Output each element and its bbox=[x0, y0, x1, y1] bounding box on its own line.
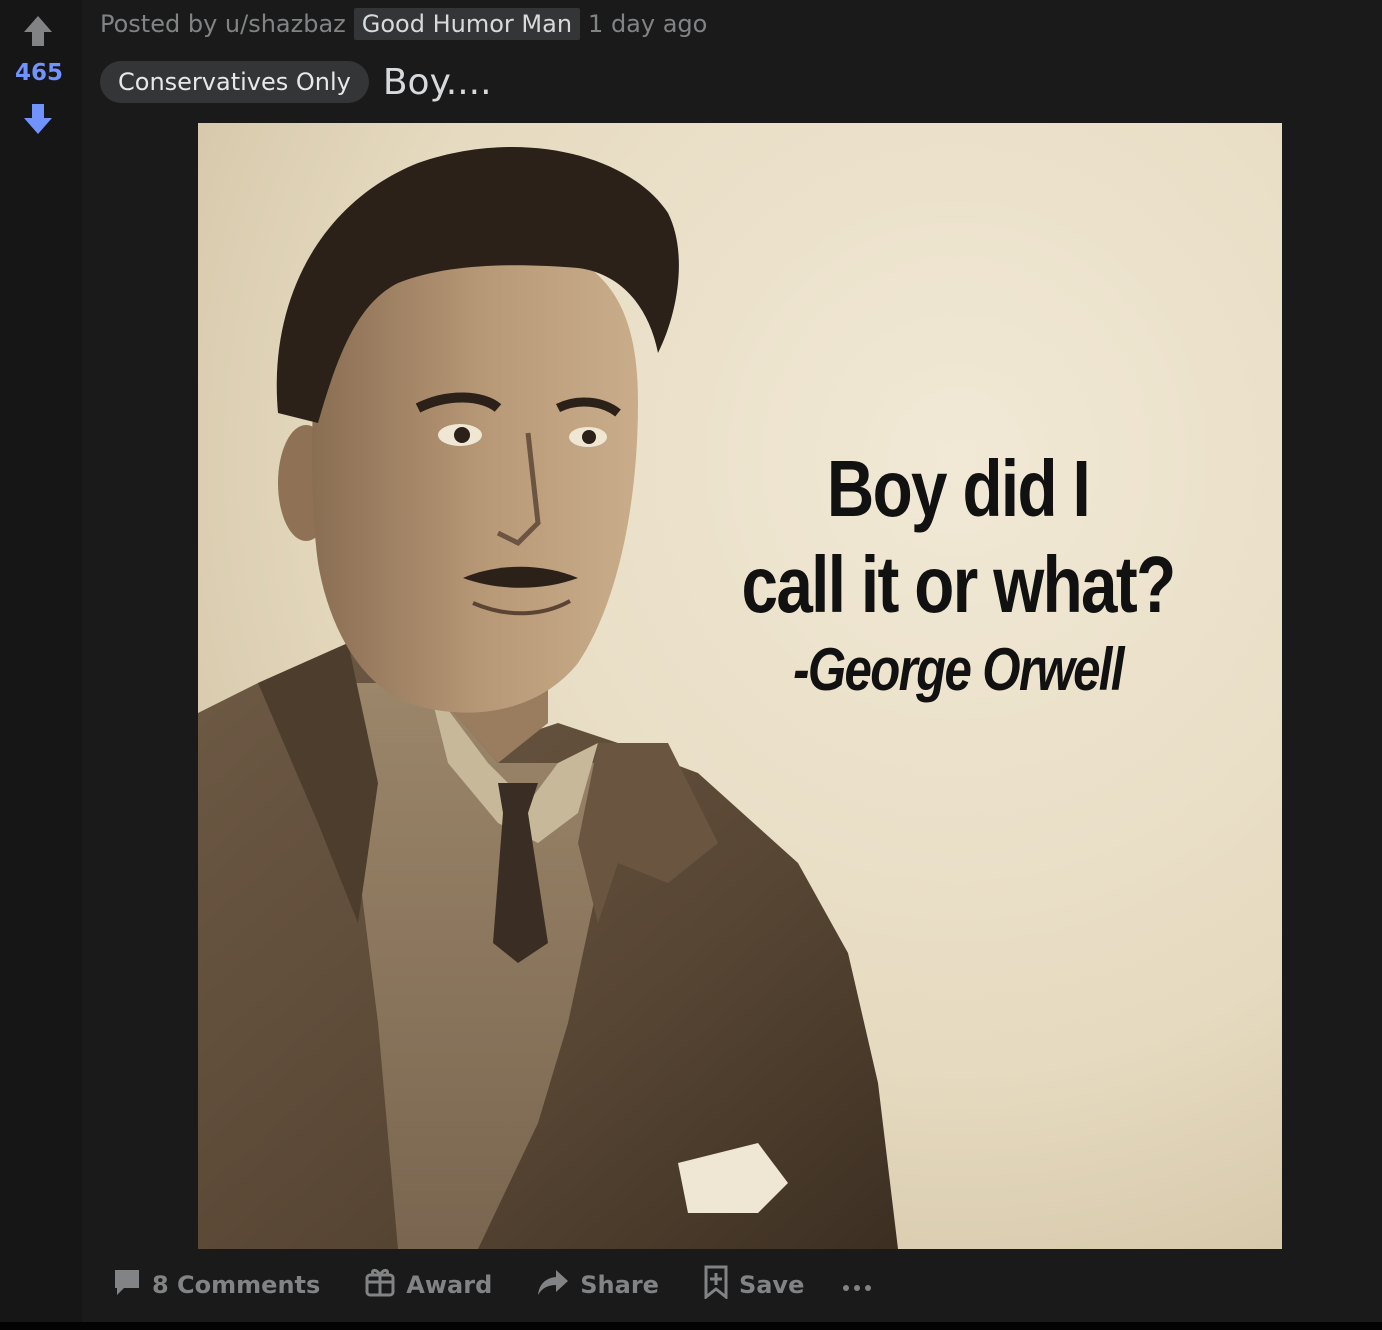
arrow-up-icon[interactable] bbox=[22, 14, 54, 48]
award-label: Award bbox=[406, 1271, 493, 1299]
share-label: Share bbox=[580, 1271, 659, 1299]
arrow-down-icon[interactable] bbox=[22, 102, 54, 136]
save-button[interactable]: Save bbox=[691, 1257, 816, 1313]
vote-column: 465 bbox=[0, 0, 82, 1322]
title-row: Conservatives Only Boy.... bbox=[100, 60, 492, 104]
vote-score: 465 bbox=[14, 60, 63, 86]
comment-icon bbox=[112, 1267, 142, 1303]
post-meta: Posted by u/shazbaz Good Humor Man 1 day… bbox=[100, 6, 707, 42]
post-card: 465 Posted by u/shazbaz Good Humor Man 1… bbox=[0, 0, 1382, 1322]
quote-line-2: call it or what? bbox=[741, 540, 1176, 629]
more-options-button[interactable] bbox=[836, 1263, 878, 1307]
comments-button[interactable]: 8 Comments bbox=[100, 1259, 332, 1311]
post-title[interactable]: Boy.... bbox=[383, 62, 492, 103]
image-quote: Boy did I call it or what? -George Orwel… bbox=[658, 441, 1258, 707]
post-timestamp[interactable]: 1 day ago bbox=[588, 10, 707, 38]
post-actions: 8 Comments Award Share Save bbox=[100, 1258, 878, 1312]
quote-author: -George Orwell bbox=[793, 636, 1124, 703]
gift-icon bbox=[364, 1266, 396, 1304]
user-flair: Good Humor Man bbox=[353, 8, 581, 40]
award-button[interactable]: Award bbox=[352, 1258, 504, 1312]
save-label: Save bbox=[738, 1271, 805, 1299]
posted-by-link[interactable]: Posted by u/shazbaz bbox=[100, 10, 346, 38]
quote-line-1: Boy did I bbox=[826, 444, 1091, 533]
bookmark-plus-icon bbox=[703, 1265, 729, 1305]
share-button[interactable]: Share bbox=[524, 1259, 671, 1311]
comments-label: 8 Comments bbox=[152, 1271, 321, 1299]
post-image[interactable]: Boy did I call it or what? -George Orwel… bbox=[198, 123, 1282, 1249]
share-arrow-icon bbox=[536, 1267, 570, 1303]
post-flair[interactable]: Conservatives Only bbox=[100, 61, 369, 103]
more-dots-icon bbox=[842, 1271, 872, 1299]
